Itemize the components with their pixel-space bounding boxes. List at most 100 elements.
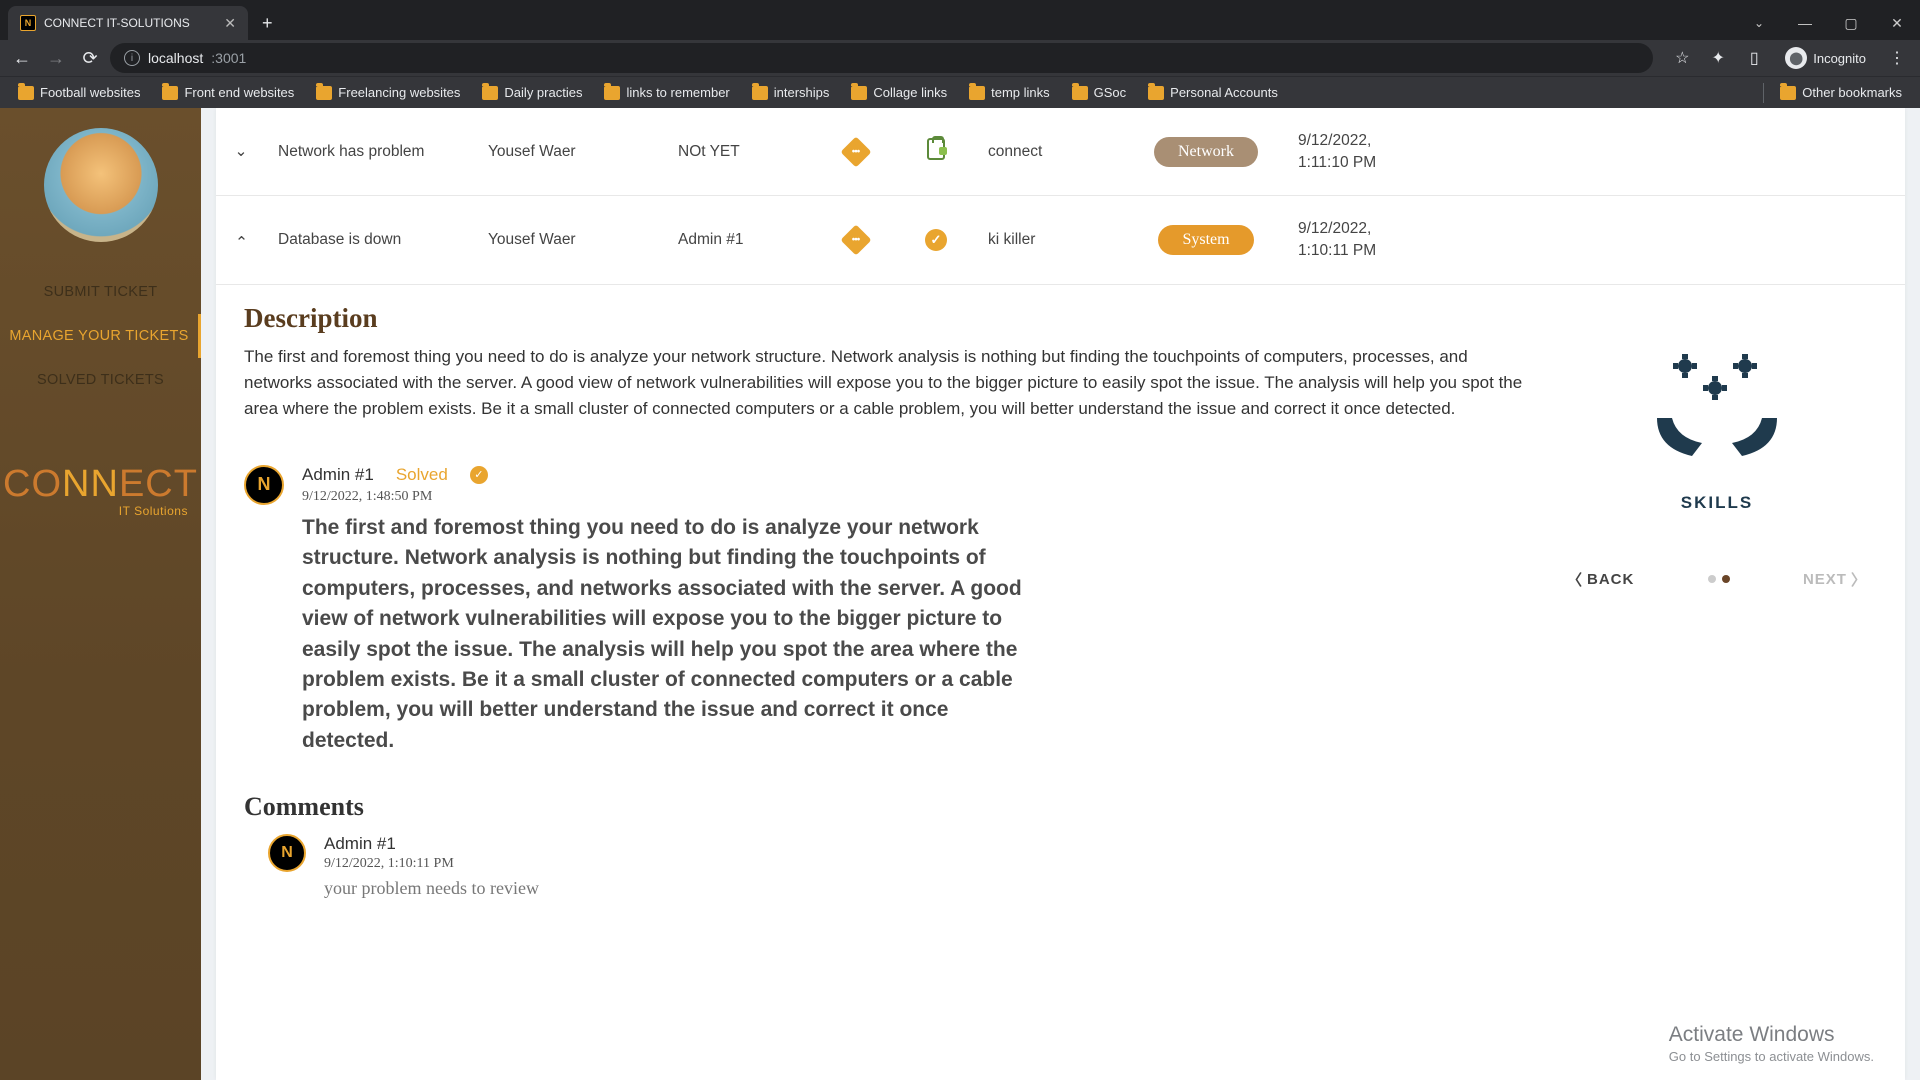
minimize-icon[interactable]: —: [1782, 6, 1828, 40]
site-info-icon[interactable]: i: [124, 50, 140, 66]
url-port: :3001: [211, 50, 246, 66]
detail-pager: 〈BACK NEXT〉: [1557, 569, 1877, 590]
forward-icon[interactable]: →: [42, 44, 70, 72]
url-input[interactable]: i localhost:3001: [110, 43, 1653, 73]
bookmark-item[interactable]: Freelancing websites: [306, 81, 470, 104]
kebab-menu-icon[interactable]: ⋮: [1882, 43, 1912, 73]
skills-icon: [1642, 343, 1792, 473]
reply-time: 9/12/2022, 1:48:50 PM: [302, 489, 1042, 505]
priority-icon: •••: [840, 225, 871, 256]
ticket-title: Network has problem: [266, 108, 476, 196]
tab-title: CONNECT IT-SOLUTIONS: [44, 16, 190, 30]
back-icon[interactable]: ←: [8, 44, 36, 72]
reply-body: The first and foremost thing you need to…: [302, 513, 1042, 757]
main-content: ⌄ Network has problem Yousef Waer NOt YE…: [201, 108, 1920, 1080]
bookmark-item[interactable]: temp links: [959, 81, 1060, 104]
sidebar-item-submit[interactable]: SUBMIT TICKET: [0, 270, 201, 314]
description-heading: Description: [244, 303, 1527, 334]
maximize-icon[interactable]: ▢: [1828, 6, 1874, 40]
tickets-table: ⌄ Network has problem Yousef Waer NOt YE…: [216, 108, 1905, 285]
category-tag: Network: [1154, 137, 1258, 167]
solved-check-icon: ✓: [470, 466, 488, 484]
description-text: The first and foremost thing you need to…: [244, 344, 1527, 423]
sidebar-item-manage[interactable]: MANAGE YOUR TICKETS: [0, 314, 201, 358]
clipboard-icon: [927, 138, 945, 160]
bookmark-label: temp links: [991, 85, 1050, 100]
ticket-team: connect: [976, 108, 1126, 196]
browser-tab[interactable]: N CONNECT IT-SOLUTIONS ✕: [8, 6, 248, 40]
browser-tabbar: N CONNECT IT-SOLUTIONS ✕ + ⌄ — ▢ ✕: [0, 0, 1920, 40]
table-row: ⌄ Network has problem Yousef Waer NOt YE…: [216, 108, 1905, 196]
expand-toggle[interactable]: ⌄: [216, 108, 266, 196]
tab-dropdown-icon[interactable]: ⌄: [1736, 6, 1782, 40]
close-tab-icon[interactable]: ✕: [224, 15, 236, 32]
reload-icon[interactable]: ⟳: [76, 44, 104, 72]
brand-subtitle: IT Solutions: [3, 504, 198, 518]
ticket-reporter: Yousef Waer: [476, 108, 666, 196]
reply-author: Admin #1: [302, 465, 374, 485]
folder-icon: [316, 86, 332, 100]
folder-icon: [1780, 86, 1796, 100]
bookmark-label: Freelancing websites: [338, 85, 460, 100]
brand-part: N: [91, 463, 119, 505]
bookmarks-bar: Football websites Front end websites Fre…: [0, 76, 1920, 108]
bookmark-item[interactable]: Personal Accounts: [1138, 81, 1288, 104]
bookmark-item[interactable]: Front end websites: [152, 81, 304, 104]
folder-icon: [18, 86, 34, 100]
bookmark-item[interactable]: GSoc: [1062, 81, 1137, 104]
app-root: SUBMIT TICKET MANAGE YOUR TICKETS SOLVED…: [0, 108, 1920, 1080]
comment-body: your problem needs to review: [324, 878, 539, 899]
bookmark-item[interactable]: interships: [742, 81, 840, 104]
ticket-team: ki killer: [976, 196, 1126, 284]
comments-heading: Comments: [244, 792, 1527, 822]
bookmark-label: Collage links: [873, 85, 947, 100]
windows-activation-watermark: Activate Windows Go to Settings to activ…: [1669, 1023, 1874, 1064]
ticket-timestamp: 9/12/2022,1:11:10 PM: [1286, 108, 1905, 196]
address-bar: ← → ⟳ i localhost:3001 ☆ ✦ ▯ ⬤ Incognito…: [0, 40, 1920, 76]
folder-icon: [604, 86, 620, 100]
sidebar: SUBMIT TICKET MANAGE YOUR TICKETS SOLVED…: [0, 108, 201, 1080]
ticket-detail: Description The first and foremost thing…: [216, 285, 1905, 930]
sidebar-item-solved[interactable]: SOLVED TICKETS: [0, 358, 201, 402]
pager-dot[interactable]: [1708, 575, 1716, 583]
bookmark-item[interactable]: links to remember: [594, 81, 739, 104]
ticket-timestamp: 9/12/2022,1:10:11 PM: [1286, 196, 1905, 284]
bookmark-item[interactable]: Collage links: [841, 81, 957, 104]
bookmark-star-icon[interactable]: ☆: [1667, 43, 1697, 73]
comment-avatar-icon: N: [268, 834, 306, 872]
content-card: ⌄ Network has problem Yousef Waer NOt YE…: [216, 108, 1905, 1080]
close-window-icon[interactable]: ✕: [1874, 6, 1920, 40]
user-avatar[interactable]: [44, 128, 158, 242]
pager-next-button[interactable]: NEXT〉: [1803, 569, 1867, 590]
devices-icon[interactable]: ▯: [1739, 43, 1769, 73]
bookmark-item[interactable]: Football websites: [8, 81, 150, 104]
folder-icon: [1148, 86, 1164, 100]
folder-icon: [482, 86, 498, 100]
pager-back-button[interactable]: 〈BACK: [1567, 569, 1634, 590]
pager-dots: [1708, 575, 1730, 583]
bookmark-item[interactable]: Daily practies: [472, 81, 592, 104]
extensions-icon[interactable]: ✦: [1703, 43, 1733, 73]
folder-icon: [969, 86, 985, 100]
bookmark-label: Personal Accounts: [1170, 85, 1278, 100]
chevron-left-icon: 〈: [1567, 569, 1583, 590]
reply-status: Solved: [396, 465, 448, 485]
new-tab-button[interactable]: +: [248, 13, 287, 40]
ticket-title: Database is down: [266, 196, 476, 284]
bookmark-label: GSoc: [1094, 85, 1127, 100]
ticket-reporter: Yousef Waer: [476, 196, 666, 284]
incognito-indicator[interactable]: ⬤ Incognito: [1775, 43, 1876, 73]
bookmark-divider: [1763, 83, 1764, 103]
brand-part: N: [62, 463, 90, 505]
chevron-right-icon: 〉: [1851, 569, 1867, 590]
bookmark-label: Daily practies: [504, 85, 582, 100]
pager-back-label: BACK: [1587, 571, 1634, 588]
bookmark-label: interships: [774, 85, 830, 100]
comment-author: Admin #1: [324, 834, 539, 854]
priority-icon: •••: [840, 136, 871, 167]
pager-dot[interactable]: [1722, 575, 1730, 583]
expand-toggle[interactable]: ⌄: [216, 196, 266, 284]
other-bookmarks[interactable]: Other bookmarks: [1770, 81, 1912, 104]
bookmark-label: Other bookmarks: [1802, 85, 1902, 100]
watermark-subtitle: Go to Settings to activate Windows.: [1669, 1049, 1874, 1064]
